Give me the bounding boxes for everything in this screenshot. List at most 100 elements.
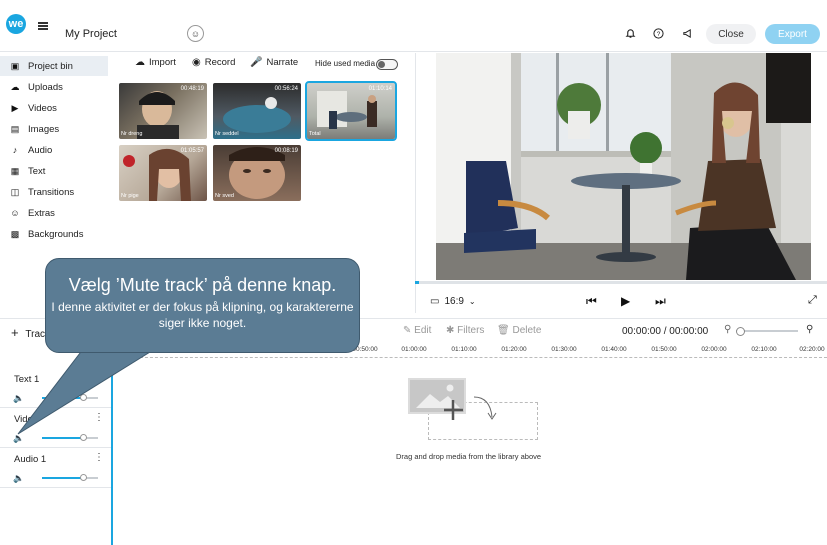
skip-back-icon[interactable]: ⏮ — [586, 294, 597, 309]
timeline-time-display: 00:00:00 / 00:00:00 — [622, 326, 709, 337]
play-icon[interactable]: ▶ — [621, 294, 630, 308]
ruler-tick: 01:20:00 — [501, 346, 527, 353]
track-audio-1[interactable]: Audio 1 ⋮ 🔈 — [0, 448, 111, 488]
import-label: Import — [149, 57, 176, 68]
track-video[interactable]: Video ⋮ 🔈 — [0, 408, 111, 448]
track-name: Video — [14, 414, 39, 425]
skip-forward-icon[interactable]: ⏭ — [655, 294, 666, 309]
track-volume-slider[interactable] — [42, 434, 98, 441]
playback-scrubber[interactable] — [415, 281, 827, 284]
trash-icon: 🗑 — [497, 325, 510, 336]
clip-name: Nr sved — [215, 193, 234, 199]
video-icon: ▶ — [11, 102, 19, 113]
smiley-icon: ☺ — [10, 208, 20, 218]
delete-button[interactable]: 🗑 Delete — [497, 325, 541, 336]
sidebar-item-backgrounds[interactable]: ▩ Backgrounds — [0, 224, 108, 244]
ruler-tick: 01:30:00 — [551, 346, 577, 353]
clip-name: Nr pige — [121, 193, 139, 199]
track-headers: Text 1 🔈 Video ⋮ 🔈 Audio 1 ⋮ 🔈 — [0, 368, 113, 545]
clip-duration: 01:05:57 — [180, 148, 204, 154]
preview-panel — [415, 53, 827, 313]
delete-label: Delete — [512, 325, 542, 336]
pencil-icon: ✎ — [403, 325, 412, 336]
mute-track-icon[interactable]: 🔈 — [13, 433, 24, 444]
sidebar-item-label: Videos — [28, 102, 57, 114]
sidebar-item-label: Project bin — [28, 60, 73, 72]
instruction-callout: Vælg ’Mute track’ på denne knap. I denne… — [45, 258, 360, 353]
clip-duration: 00:48:19 — [180, 86, 204, 92]
track-volume-slider[interactable] — [42, 394, 98, 401]
edit-button[interactable]: ✎ Edit — [403, 325, 431, 336]
chevron-down-icon: ⌄ — [468, 297, 476, 306]
track-volume-slider[interactable] — [42, 474, 98, 481]
narrate-button[interactable]: 🎤 Narrate — [250, 57, 298, 68]
zoom-slider[interactable] — [736, 327, 798, 336]
import-button[interactable]: ☁ Import — [135, 57, 176, 68]
ruler-tick: 01:40:00 — [601, 346, 627, 353]
microphone-icon: 🎤 — [250, 57, 263, 68]
project-title[interactable]: My Project — [65, 28, 117, 40]
ruler-tick: 02:00:00 — [701, 346, 727, 353]
ruler-divider — [115, 357, 827, 358]
aspect-ratio-value: 16:9 — [444, 296, 464, 307]
menu-icon[interactable] — [38, 22, 48, 30]
fullscreen-icon[interactable]: ⤢ — [808, 294, 817, 307]
volume-icon[interactable]: 🔈 — [13, 473, 24, 484]
sidebar-item-videos[interactable]: ▶ Videos — [0, 98, 108, 118]
sidebar-item-audio[interactable]: ♪ Audio — [0, 140, 108, 160]
sidebar-item-label: Uploads — [28, 81, 63, 93]
screen-icon: ▭ — [430, 296, 440, 307]
sidebar-item-images[interactable]: ▤ Images — [0, 119, 108, 139]
clip-name: Nr seddel — [215, 131, 239, 137]
sidebar-item-label: Text — [28, 165, 46, 177]
aspect-ratio-select[interactable]: ▭ 16:9 ⌄ — [430, 296, 476, 307]
more-options-icon[interactable]: ⋮ — [94, 452, 104, 463]
help-icon[interactable]: ? — [651, 26, 665, 40]
text-icon: ▦ — [10, 165, 20, 176]
filters-icon: ✱ — [446, 325, 455, 336]
filters-button[interactable]: ✱ Filters — [446, 325, 484, 336]
media-clip[interactable]: 01:05:57 Nr pige — [119, 145, 207, 201]
sidebar-item-transitions[interactable]: ◫ Transitions — [0, 182, 108, 202]
callout-body: I denne aktivitet er der fokus på klipni… — [51, 300, 354, 330]
add-collaborator-icon[interactable]: ☺ — [187, 25, 204, 42]
clip-name: Nr dreng — [121, 131, 143, 137]
drag-move-icon — [444, 396, 497, 420]
ruler-tick: 01:50:00 — [651, 346, 677, 353]
sidebar-item-text[interactable]: ▦ Text — [0, 161, 108, 181]
playback-progress — [415, 281, 420, 284]
export-button[interactable]: Export — [765, 24, 820, 44]
image-icon: ▤ — [10, 123, 20, 134]
more-options-icon[interactable]: ⋮ — [94, 412, 104, 423]
track-text-1[interactable]: Text 1 🔈 — [0, 368, 111, 408]
zoom-in-icon[interactable]: ⚲ — [806, 324, 813, 335]
sidebar-item-label: Backgrounds — [28, 228, 84, 240]
media-clip[interactable]: 00:08:19 Nr sved — [213, 145, 301, 201]
video-frame — [436, 53, 811, 280]
video-preview[interactable] — [436, 53, 811, 280]
sidebar-item-label: Audio — [28, 144, 53, 156]
transition-icon: ◫ — [10, 186, 20, 197]
media-clip[interactable]: 00:56:24 Nr seddel — [213, 83, 301, 139]
app-logo[interactable]: we — [6, 14, 26, 34]
sidebar-item-uploads[interactable]: ☁ Uploads — [0, 77, 108, 97]
clip-duration: 01:10:14 — [368, 86, 392, 92]
drop-hint: Drag and drop media from the library abo… — [396, 452, 542, 461]
zoom-out-icon[interactable]: ⚲ — [724, 324, 731, 335]
record-button[interactable]: ◉ Record — [192, 57, 235, 68]
close-button[interactable]: Close — [706, 24, 756, 44]
callout-heading: Vælg ’Mute track’ på denne knap. — [68, 275, 337, 295]
track-name: Audio 1 — [14, 454, 47, 465]
narrate-label: Narrate — [266, 57, 299, 68]
sidebar-item-extras[interactable]: ☺ Extras — [0, 203, 108, 223]
edit-label: Edit — [414, 325, 432, 336]
media-clip-selected[interactable]: 01:10:14 Total — [305, 81, 397, 141]
media-clip[interactable]: 00:48:19 Nr dreng — [119, 83, 207, 139]
hide-used-media-toggle[interactable] — [376, 59, 398, 70]
bell-icon[interactable] — [623, 26, 637, 40]
volume-icon[interactable]: 🔈 — [13, 393, 24, 404]
sidebar-item-project-bin[interactable]: ▣ Project bin — [0, 56, 108, 76]
megaphone-icon[interactable] — [680, 26, 694, 40]
ruler-tick: 02:20:00 — [799, 346, 825, 353]
record-icon: ◉ — [192, 57, 201, 68]
